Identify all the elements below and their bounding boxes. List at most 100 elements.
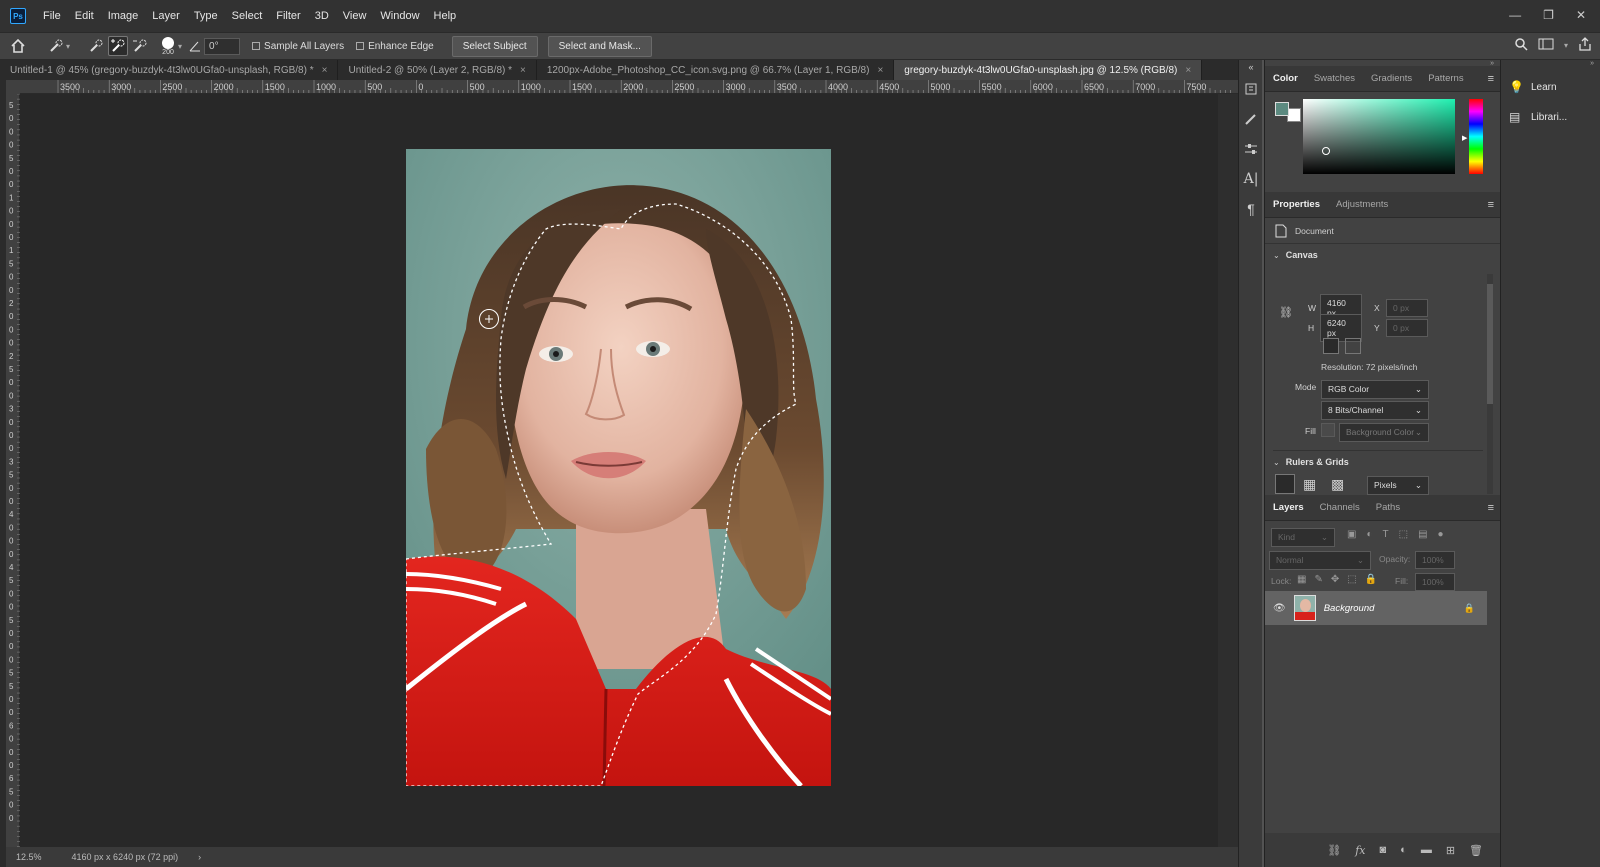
link-layers-icon[interactable]: ⛓ xyxy=(1327,844,1341,857)
horizontal-ruler[interactable]: 3500 3000 2500 2000 1500 1000 500 0 500 1000 1500 2… xyxy=(20,80,1238,94)
grid-icon[interactable]: ▦ xyxy=(1303,476,1316,493)
tab-close-icon[interactable]: × xyxy=(520,65,526,76)
collapse-chevron-icon[interactable]: » xyxy=(1501,60,1600,72)
foreground-color-swatch[interactable] xyxy=(1275,102,1289,116)
menu-type[interactable]: Type xyxy=(187,10,225,22)
menu-window[interactable]: Window xyxy=(373,10,426,22)
layer-lock-icon[interactable]: 🔒 xyxy=(1464,603,1475,614)
adjustment-filter-icon[interactable]: ◐ xyxy=(1366,529,1372,540)
libraries-panel-button[interactable]: ▤ Librari... xyxy=(1501,102,1600,132)
learn-panel-button[interactable]: 💡 Learn xyxy=(1501,72,1600,102)
hue-slider[interactable] xyxy=(1469,99,1483,174)
delete-layer-icon[interactable]: 🗑 xyxy=(1469,844,1483,857)
search-icon[interactable] xyxy=(1514,37,1528,54)
lock-position-icon[interactable]: ✥ xyxy=(1331,574,1339,585)
menu-edit[interactable]: Edit xyxy=(68,10,101,22)
select-and-mask-button[interactable]: Select and Mask... xyxy=(547,35,652,57)
vertical-scrollbar[interactable] xyxy=(1218,94,1238,847)
menu-layer[interactable]: Layer xyxy=(145,10,187,22)
panel-menu-icon[interactable]: ≡ xyxy=(1488,502,1494,514)
background-color-swatch[interactable] xyxy=(1287,108,1301,122)
portrait-orientation-icon[interactable] xyxy=(1323,338,1339,354)
tab-layers[interactable]: Layers xyxy=(1265,502,1312,513)
tab-channels[interactable]: Channels xyxy=(1312,502,1368,513)
lock-artboard-icon[interactable]: ⬚ xyxy=(1347,574,1356,585)
menu-image[interactable]: Image xyxy=(101,10,146,22)
angle-input[interactable]: 0° xyxy=(204,37,241,55)
adjustments-icon[interactable] xyxy=(1239,134,1263,164)
layer-style-icon[interactable]: fx xyxy=(1355,844,1365,857)
tab-properties[interactable]: Properties xyxy=(1265,199,1328,210)
tab-patterns[interactable]: Patterns xyxy=(1420,73,1471,84)
brushes-icon[interactable] xyxy=(1239,104,1263,134)
brush-size-picker[interactable]: 200 xyxy=(162,36,175,56)
menu-3d[interactable]: 3D xyxy=(308,10,336,22)
new-selection-icon[interactable] xyxy=(86,36,106,56)
panel-menu-icon[interactable]: ≡ xyxy=(1488,73,1494,85)
properties-scrollbar[interactable] xyxy=(1487,274,1493,494)
menu-view[interactable]: View xyxy=(336,10,374,22)
sample-all-layers-checkbox[interactable]: Sample All Layers xyxy=(252,41,344,52)
menu-select[interactable]: Select xyxy=(225,10,270,22)
quick-selection-tool-icon[interactable] xyxy=(46,36,66,56)
layer-row-background[interactable]: 👁 Background 🔒 xyxy=(1265,591,1487,625)
brush-chevron-down-icon[interactable]: ▾ xyxy=(178,42,182,51)
fill-swatch[interactable] xyxy=(1321,423,1335,437)
panels-collapse-icon[interactable]: » xyxy=(1265,60,1500,67)
shape-filter-icon[interactable]: ⬚ xyxy=(1399,529,1408,540)
tab-close-icon[interactable]: × xyxy=(1185,65,1191,76)
character-icon[interactable]: A| xyxy=(1239,164,1263,194)
restore-button[interactable]: ❐ xyxy=(1543,8,1554,22)
paragraph-icon[interactable]: ¶ xyxy=(1239,194,1263,224)
tab-untitled-2[interactable]: Untitled-2 @ 50% (Layer 2, RGB/8) * × xyxy=(338,60,537,80)
subtract-from-selection-icon[interactable] xyxy=(130,36,150,56)
home-icon[interactable] xyxy=(8,36,28,56)
lock-image-icon[interactable]: ✎ xyxy=(1314,574,1322,585)
tab-close-icon[interactable]: × xyxy=(877,65,883,76)
y-input[interactable]: 0 px xyxy=(1386,319,1428,337)
tab-adjustments[interactable]: Adjustments xyxy=(1328,199,1396,210)
fill-input[interactable]: 100% xyxy=(1415,573,1455,591)
close-button[interactable]: ✕ xyxy=(1576,8,1586,22)
canvas-section-header[interactable]: ⌄ Canvas xyxy=(1265,244,1500,266)
vertical-ruler[interactable]: 5 0 0 0 5 0 0 1 0 0 0 1 5 0 0 2 0 0 0 2 5 0 0 3 0 0 0 3 5 0 0 4 0 0 0 4 5 0 0 5… xyxy=(6,93,20,867)
share-icon[interactable] xyxy=(1578,37,1592,54)
fill-select[interactable]: Background Color ⌄ xyxy=(1339,423,1429,442)
tab-gradients[interactable]: Gradients xyxy=(1363,73,1420,84)
document-image[interactable] xyxy=(406,149,831,786)
smart-object-filter-icon[interactable]: ▤ xyxy=(1418,529,1427,540)
workspace-icon[interactable] xyxy=(1538,37,1554,54)
visibility-eye-icon[interactable]: 👁 xyxy=(1273,603,1286,614)
filter-toggle-icon[interactable]: ● xyxy=(1438,529,1444,540)
collapse-chevron-icon[interactable]: « xyxy=(1239,60,1263,74)
color-field[interactable] xyxy=(1303,99,1455,174)
add-mask-icon[interactable]: ◙ xyxy=(1380,844,1387,856)
menu-help[interactable]: Help xyxy=(427,10,464,22)
new-adjustment-icon[interactable]: ◐ xyxy=(1400,844,1407,856)
bit-depth-select[interactable]: 8 Bits/Channel ⌄ xyxy=(1321,401,1429,420)
tab-gregory-buzdyk[interactable]: gregory-buzdyk-4t3lw0UGfa0-unsplash.jpg … xyxy=(894,60,1203,80)
tab-swatches[interactable]: Swatches xyxy=(1306,73,1363,84)
ruler-toggle-icon[interactable] xyxy=(1275,474,1295,494)
minimize-button[interactable]: — xyxy=(1509,8,1521,22)
history-icon[interactable] xyxy=(1239,74,1263,104)
mode-select[interactable]: RGB Color ⌄ xyxy=(1321,380,1429,399)
tab-close-icon[interactable]: × xyxy=(322,65,328,76)
tab-color[interactable]: Color xyxy=(1265,73,1306,84)
status-chevron-icon[interactable]: › xyxy=(198,852,201,862)
tab-ps-icon[interactable]: 1200px-Adobe_Photoshop_CC_icon.svg.png @… xyxy=(537,60,895,80)
tab-paths[interactable]: Paths xyxy=(1368,502,1408,513)
menu-filter[interactable]: Filter xyxy=(269,10,307,22)
lock-all-icon[interactable]: 🔒 xyxy=(1365,574,1377,585)
workspace-chevron-down-icon[interactable]: ▾ xyxy=(1564,41,1568,50)
lock-transparent-icon[interactable]: ▦ xyxy=(1297,574,1306,585)
tool-preset-chevron-down-icon[interactable]: ▾ xyxy=(66,42,70,51)
type-filter-icon[interactable]: T xyxy=(1383,529,1389,540)
rulers-section-header[interactable]: ⌄ Rulers & Grids xyxy=(1273,450,1483,467)
zoom-level[interactable]: 12.5% xyxy=(16,852,42,862)
blend-mode-select[interactable]: Normal ⌄ xyxy=(1269,551,1371,570)
pixel-filter-icon[interactable]: ▣ xyxy=(1347,529,1356,540)
new-layer-icon[interactable]: ⊞ xyxy=(1446,844,1455,857)
enhance-edge-checkbox[interactable]: Enhance Edge xyxy=(356,41,434,52)
landscape-orientation-icon[interactable] xyxy=(1345,338,1361,354)
